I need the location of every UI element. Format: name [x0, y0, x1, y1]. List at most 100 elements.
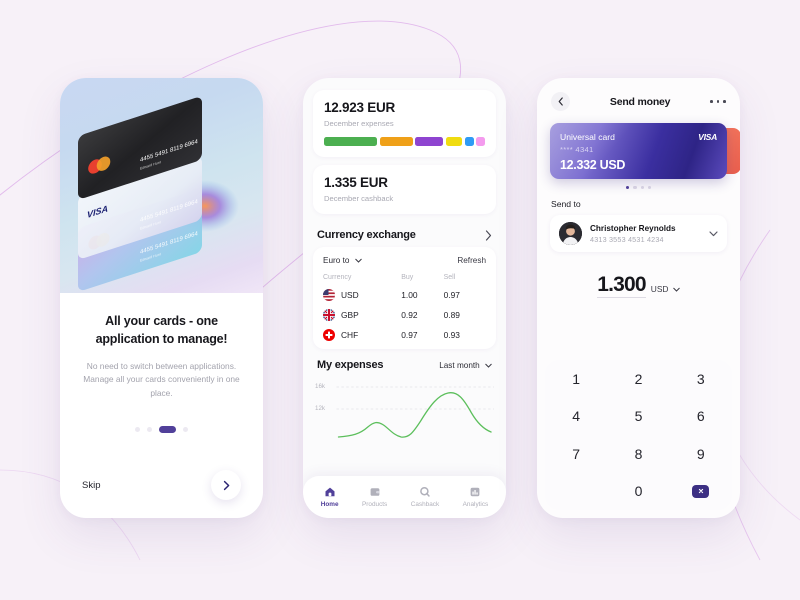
subtitle-line-1: No need to switch between applications.: [86, 360, 237, 371]
key-0[interactable]: 0: [635, 483, 643, 499]
chevron-left-icon: [558, 97, 563, 106]
pagination-dot[interactable]: [147, 427, 152, 433]
period-select[interactable]: Last month: [439, 361, 492, 370]
column-header-currency: Currency: [323, 274, 352, 281]
bottom-navigation: Home Products Cashback Analytics: [303, 476, 506, 518]
card-dot-active[interactable]: [625, 186, 630, 190]
backspace-button[interactable]: [692, 484, 710, 498]
card-masked-number: **** 4341: [560, 145, 594, 154]
more-options-button[interactable]: [710, 100, 726, 103]
caret-down-icon: [672, 288, 680, 293]
currency-code: USD: [341, 290, 359, 300]
send-money-screen: Send money Universal card **** 4341 VISA…: [537, 78, 740, 518]
nav-item-analytics[interactable]: Analytics: [462, 486, 489, 508]
onboarding-screen: 4455 5491 8119 6964 Edward Hunt VISA 445…: [60, 78, 263, 518]
amount-input-row[interactable]: 1.300 USD: [537, 274, 740, 299]
segment-yellow: [445, 137, 463, 146]
caret-down-icon: [354, 258, 362, 263]
key-3[interactable]: 3: [697, 371, 705, 387]
refresh-button[interactable]: Refresh: [457, 256, 486, 265]
my-expenses-header: My expenses Last month: [313, 349, 496, 375]
nav-label: Analytics: [462, 501, 489, 508]
key-2[interactable]: 2: [635, 371, 643, 387]
back-button[interactable]: [551, 92, 570, 111]
key-5[interactable]: 5: [635, 408, 643, 424]
card-name: Universal card: [560, 132, 615, 142]
key-6[interactable]: 6: [697, 408, 705, 424]
page-title: All your cards - one application to mana…: [95, 314, 228, 346]
table-row[interactable]: CHF 0.97 0.93: [323, 329, 486, 341]
segment-orange: [379, 137, 413, 146]
chevron-right-icon: [223, 480, 229, 490]
chart-icon: [471, 487, 480, 497]
nav-item-home[interactable]: Home: [321, 486, 339, 508]
card-stack-graphic: 4455 5491 8119 6964 Edward Hunt VISA 445…: [78, 97, 239, 291]
cashback-summary-card[interactable]: 1.335 EUR December cashback: [313, 165, 496, 214]
my-expenses-title: My expenses: [317, 359, 384, 371]
pagination-dot[interactable]: [135, 427, 140, 433]
coin-icon: [420, 486, 430, 497]
cashback-label: December cashback: [324, 194, 394, 203]
home-icon: [325, 487, 335, 497]
expenses-label: December expenses: [324, 119, 394, 128]
sell-rate: 0.93: [443, 330, 460, 340]
buy-rate: 0.97: [401, 330, 418, 340]
card-pagination-dots[interactable]: [537, 186, 740, 190]
recipient-name: Christopher Reynolds: [590, 223, 676, 233]
card-dot[interactable]: [640, 186, 644, 190]
currency-exchange-header[interactable]: Currency exchange: [313, 222, 496, 247]
pagination-dots[interactable]: [76, 426, 247, 433]
chevron-right-icon: [485, 229, 492, 241]
sell-rate: 0.97: [443, 290, 460, 300]
card-illustration: 4455 5491 8119 6964 Edward Hunt VISA 445…: [60, 78, 263, 293]
base-currency-select[interactable]: Euro to: [323, 256, 362, 265]
numeric-keypad: 1 2 3 4 5 6 7 8 9 0: [545, 360, 732, 510]
chevron-down-icon[interactable]: [709, 231, 718, 237]
home-screen: 12.923 EUR December expenses 1.335 EUR D…: [303, 78, 506, 518]
nav-item-cashback[interactable]: Cashback: [411, 486, 439, 508]
subtitle-line-2: Manage all your cards conveniently in on…: [83, 374, 240, 398]
card-dot[interactable]: [633, 186, 637, 190]
segment-pink: [476, 137, 485, 146]
recipient-selector[interactable]: Christopher Reynolds 4313 3553 4531 4234: [550, 215, 727, 253]
selected-bank-card[interactable]: Universal card **** 4341 VISA 12.332 USD: [550, 123, 727, 179]
table-row[interactable]: USD 1.00 0.97: [323, 289, 486, 301]
expenses-amount: 12.923 EUR: [324, 100, 396, 115]
card-carousel[interactable]: Universal card **** 4341 VISA 12.332 USD: [550, 123, 740, 179]
pagination-dot[interactable]: [183, 427, 188, 433]
caret-down-icon: [485, 363, 492, 368]
column-header-sell: Sell: [443, 274, 456, 281]
table-row[interactable]: GBP 0.92 0.89: [323, 309, 486, 321]
recipient-account: 4313 3553 4531 4234: [590, 235, 664, 245]
expenses-breakdown-bar: [324, 137, 485, 146]
key-8[interactable]: 8: [635, 446, 643, 462]
nav-label: Products: [362, 501, 388, 508]
expenses-summary-card[interactable]: 12.923 EUR December expenses: [313, 90, 496, 157]
expenses-line-chart: 16k 12k: [315, 377, 494, 439]
buy-rate: 1.00: [401, 290, 418, 300]
y-axis-tick-16k: 16k: [315, 383, 325, 390]
segment-green: [324, 137, 378, 146]
send-to-label: Send to: [551, 199, 581, 210]
skip-button[interactable]: Skip: [82, 480, 100, 491]
sell-rate: 0.89: [443, 310, 460, 320]
pagination-dot-active[interactable]: [159, 426, 176, 433]
amount-value[interactable]: 1.300: [597, 274, 647, 299]
cashback-amount: 1.335 EUR: [324, 175, 388, 190]
key-9[interactable]: 9: [697, 446, 705, 462]
ch-flag-icon: [323, 329, 335, 341]
buy-rate: 0.92: [401, 310, 418, 320]
key-1[interactable]: 1: [572, 371, 580, 387]
nav-item-products[interactable]: Products: [362, 486, 387, 508]
currency-exchange-title: Currency exchange: [317, 229, 416, 241]
visa-logo-icon: VISA: [698, 132, 717, 142]
key-4[interactable]: 4: [572, 408, 580, 424]
card-dot[interactable]: [647, 186, 652, 190]
next-button[interactable]: [211, 470, 241, 500]
key-7[interactable]: 7: [572, 446, 580, 462]
currency-selector[interactable]: USD: [651, 284, 680, 298]
gb-flag-icon: [323, 309, 335, 321]
card-balance: 12.332 USD: [560, 158, 626, 172]
chart-svg: [336, 386, 494, 438]
segment-purple: [415, 137, 444, 146]
